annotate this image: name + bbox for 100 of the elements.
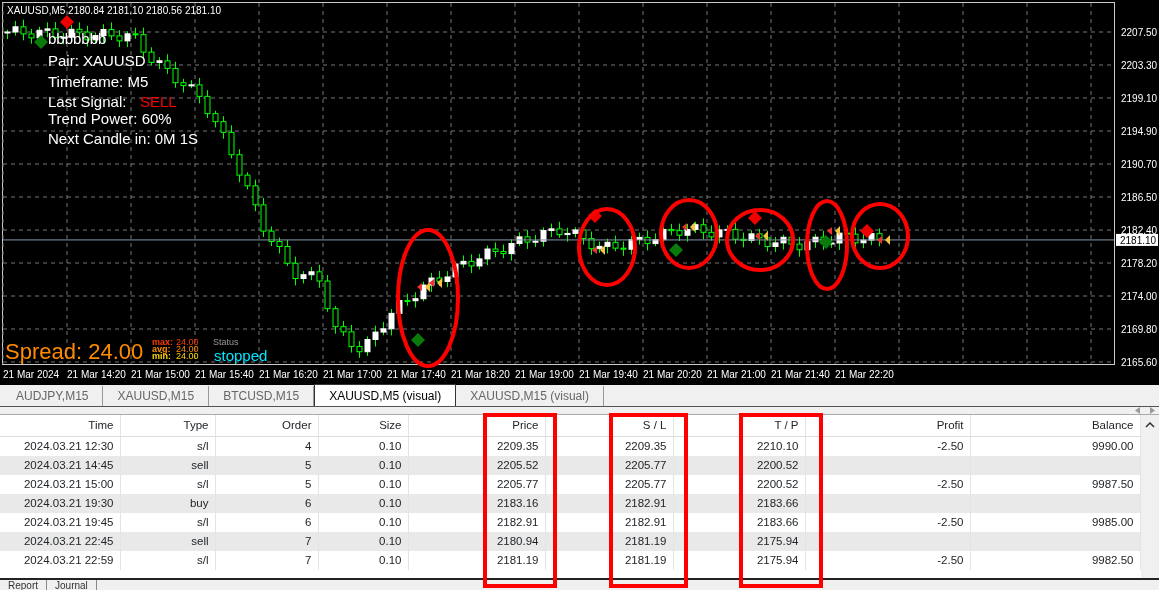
scroll-up-icon[interactable] [1145, 422, 1155, 428]
table-cell: 9987.50 [1091, 477, 1134, 490]
scroll-left-icon[interactable] [1135, 407, 1141, 414]
table-cell: 2175.94 [756, 534, 799, 547]
table-row[interactable]: 2024.03.21 22:45 sell 7 0.10 2180.94 2181.19 2175.94 [0, 531, 1140, 551]
table-row[interactable]: 2024.03.21 22:59 s/l 7 0.10 2181.19 2181.19 2175.94 -2.50 9982.50 [0, 550, 1140, 570]
table-row[interactable]: 2024.03.21 19:30 buy 6 0.10 2183.16 2182.91 2183.66 [0, 493, 1140, 513]
chart-tab[interactable]: XAUUSD,M15 [103, 386, 210, 406]
annotation-ellipse [850, 202, 910, 270]
column-header[interactable]: Profit [936, 419, 964, 431]
time-label: 21 Mar 18:20 [451, 369, 510, 380]
panel-tab[interactable]: Journal [47, 580, 97, 590]
table-row[interactable]: 2024.03.21 14:45 sell 5 0.10 2205.52 2205.77 2200.52 [0, 455, 1140, 475]
column-header[interactable]: Balance [1091, 419, 1134, 431]
table-cell: 2205.77 [624, 458, 667, 471]
status-value: stopped [214, 347, 268, 364]
price-label: 2203.30 [1121, 60, 1158, 71]
table-cell: 6 [305, 515, 312, 528]
signal-diamond [819, 235, 833, 249]
table-cell: 2181.19 [624, 553, 667, 566]
next-candle-text: Next Candle in: 0M 1S [48, 130, 199, 147]
table-cell: 2175.94 [756, 553, 799, 566]
time-label: 21 Mar 19:00 [515, 369, 574, 380]
table-cell: 2209.35 [496, 439, 539, 452]
timeframe-text: Timeframe: M5 [48, 73, 149, 90]
table-cell: 2183.16 [496, 496, 539, 509]
table-cell: 2024.03.21 19:30 [23, 496, 114, 509]
table-cell: 9990.00 [1091, 439, 1134, 452]
trade-arrows-icon [417, 282, 430, 292]
table-cell: 2210.10 [756, 439, 799, 452]
table-cell: 2024.03.21 14:45 [23, 458, 114, 471]
signal-label: Last Signal: [48, 93, 127, 110]
table-cell: -2.50 [937, 477, 964, 490]
scrollbar[interactable] [1141, 415, 1159, 578]
table-cell: s/l [197, 439, 209, 452]
table-cell: 2024.03.21 15:00 [23, 477, 114, 490]
table-row[interactable]: 2024.03.21 12:30 s/l 4 0.10 2209.35 2209.35 2210.10 -2.50 9990.00 [0, 436, 1140, 456]
column-header[interactable]: S / L [642, 419, 667, 431]
stat-label: max: [152, 337, 173, 347]
table-cell: 2200.52 [756, 458, 799, 471]
time-label: 21 Mar 22:20 [835, 369, 894, 380]
time-label: 21 Mar 17:00 [323, 369, 382, 380]
time-label: 21 Mar 20:20 [643, 369, 702, 380]
table-cell: 2180.94 [496, 534, 539, 547]
column-header[interactable]: Time [88, 419, 114, 431]
table-cell: 0.10 [379, 534, 402, 547]
time-label: 21 Mar 15:40 [195, 369, 254, 380]
chart-tab[interactable]: XAUUSD,M5 (visual) [314, 384, 457, 406]
table-cell: 2181.19 [496, 553, 539, 566]
time-label: 21 Mar 17:40 [387, 369, 446, 380]
time-label: 21 Mar 16:20 [259, 369, 318, 380]
chart-tab[interactable]: XAUUSD,M15 (visual) [456, 386, 604, 406]
column-header[interactable]: T / P [774, 419, 799, 431]
trade-arrows-icon [429, 278, 442, 288]
table-cell: 2205.77 [496, 477, 539, 490]
price-label: 2165.60 [1121, 357, 1158, 368]
column-header[interactable]: Size [379, 419, 402, 431]
signal-diamond [748, 211, 762, 225]
table-cell: 4 [305, 439, 312, 452]
price-label: 2182.40 [1121, 225, 1158, 236]
signal-value: SELL [140, 93, 177, 110]
stat-label: avg: [152, 344, 171, 354]
signal-diamond [34, 35, 48, 49]
trade-arrows-icon [827, 226, 840, 236]
table-cell: 9982.50 [1091, 553, 1134, 566]
table-cell: 2024.03.21 12:30 [23, 439, 114, 452]
pair-text: Pair: XAUUSD [48, 52, 146, 69]
spread-text: Spread: 24.00 [5, 339, 144, 364]
column-header[interactable]: Type [183, 419, 209, 431]
table-cell: -2.50 [937, 439, 964, 452]
table-row[interactable]: 2024.03.21 19:45 s/l 6 0.10 2182.91 2182.91 2183.66 -2.50 9985.00 [0, 512, 1140, 532]
scroll-right-icon[interactable] [1149, 407, 1155, 414]
time-label: 21 Mar 19:40 [579, 369, 638, 380]
price-label: 2207.50 [1121, 27, 1158, 38]
table-row[interactable]: 2024.03.21 15:00 s/l 5 0.10 2205.77 2205.77 2200.52 -2.50 9987.50 [0, 474, 1140, 494]
column-header[interactable]: Price [512, 419, 539, 431]
price-label: 2186.50 [1121, 192, 1158, 203]
current-price-tag: 2181.10 [1116, 233, 1158, 246]
table-cell: 5 [305, 458, 312, 471]
price-label: 2169.80 [1121, 324, 1158, 335]
trade-arrows-icon [755, 231, 768, 241]
table-cell: 0.10 [379, 439, 402, 452]
column-header[interactable]: Order [282, 419, 312, 431]
annotation-ellipse [725, 208, 795, 272]
table-cell: 9985.00 [1091, 515, 1134, 528]
trend-power-text: Trend Power: 60% [48, 110, 172, 127]
table-cell: -2.50 [937, 553, 964, 566]
table-cell: 5 [305, 477, 312, 490]
table-cell: s/l [197, 477, 209, 490]
annotation-ellipse [659, 198, 719, 270]
table-cell: 7 [305, 553, 312, 566]
table-cell: 2209.35 [624, 439, 667, 452]
table-cell: buy [189, 496, 209, 509]
chart-tab[interactable]: AUDJPY,M15 [2, 386, 104, 406]
table-cell: 2182.91 [624, 515, 667, 528]
time-label: 21 Mar 21:40 [771, 369, 830, 380]
price-label: 2190.70 [1121, 159, 1158, 170]
price-label: 2199.10 [1121, 93, 1158, 104]
table-cell: 2024.03.21 22:59 [23, 553, 114, 566]
table-cell: 0.10 [379, 553, 402, 566]
